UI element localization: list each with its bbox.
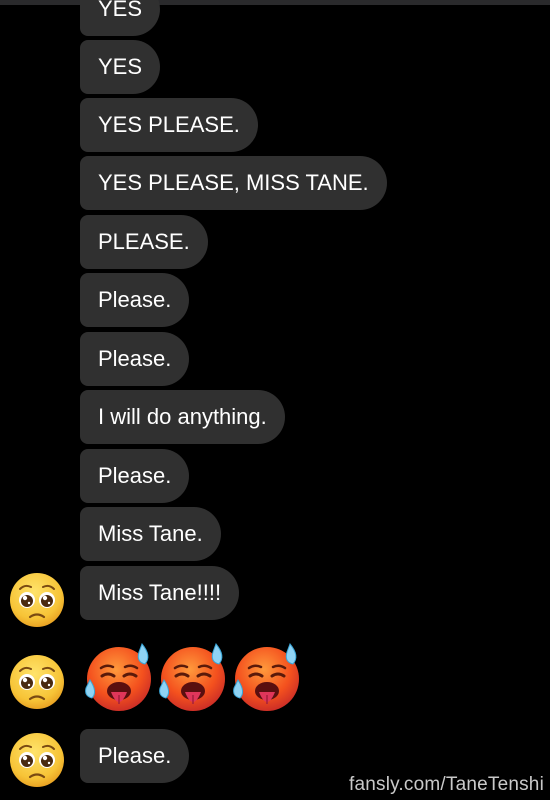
message-bubble[interactable]: I will do anything. (80, 390, 285, 444)
hot-face-sweat-icon[interactable] (230, 640, 304, 714)
pleading-face-icon (8, 653, 66, 711)
message-bubble[interactable]: Miss Tane. (80, 507, 221, 561)
hot-face-sweat-icon[interactable] (82, 640, 156, 714)
watermark: fansly.com/TaneTenshi (349, 774, 544, 795)
message-text: Please. (98, 743, 172, 768)
message-text: Miss Tane. (98, 521, 203, 546)
hot-face-sweat-icon[interactable] (156, 640, 230, 714)
message-text: YES (98, 54, 143, 79)
message-text: YES PLEASE. (98, 112, 240, 137)
message-bubble[interactable]: YES PLEASE, MISS TANE. (80, 156, 387, 210)
pleading-face-icon (8, 571, 66, 629)
message-bubble[interactable]: PLEASE. (80, 215, 208, 269)
message-text: Please. (98, 463, 172, 488)
pleading-face-icon (8, 731, 66, 789)
message-text: YES (98, 0, 143, 21)
message-text: YES PLEASE, MISS TANE. (98, 170, 369, 195)
message-bubble[interactable]: YES (80, 40, 161, 94)
message-bubble[interactable]: Please. (80, 273, 190, 327)
message-bubble[interactable]: Please. (80, 332, 190, 386)
message-bubble[interactable]: YES (80, 0, 161, 36)
message-text: PLEASE. (98, 229, 190, 254)
message-text: I will do anything. (98, 404, 267, 429)
message-text: Please. (98, 287, 172, 312)
message-text: Miss Tane!!!! (98, 580, 222, 605)
message-bubble[interactable]: Miss Tane!!!! (80, 566, 240, 620)
message-bubble[interactable]: YES PLEASE. (80, 98, 258, 152)
message-text: Please. (98, 346, 172, 371)
message-bubble[interactable]: Please. (80, 729, 190, 783)
message-bubble[interactable]: Please. (80, 449, 190, 503)
